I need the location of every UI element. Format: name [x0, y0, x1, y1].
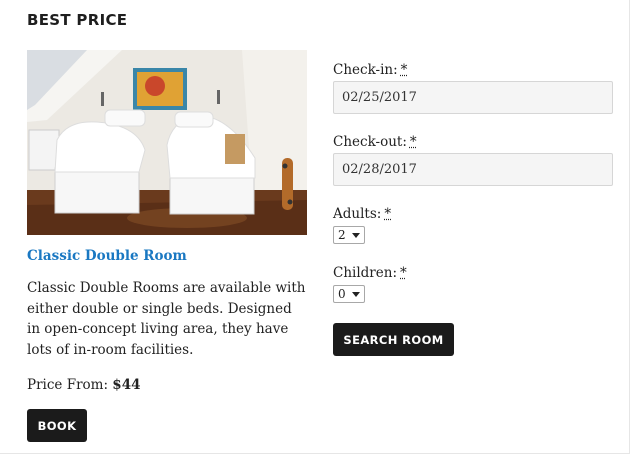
checkin-label-text: Check-in:	[333, 62, 398, 78]
room-title-link[interactable]: Classic Double Room	[27, 248, 187, 264]
section-title: BEST PRICE	[27, 11, 128, 29]
price-label: Price From:	[27, 377, 108, 393]
checkout-date-input[interactable]: 02/28/2017	[333, 153, 613, 186]
adults-label: Adults: *	[333, 206, 391, 222]
children-select[interactable]: 0	[333, 285, 365, 303]
adults-select-value: 2	[338, 228, 346, 242]
checkout-date-value: 02/28/2017	[342, 162, 417, 177]
price-row: Price From: $44	[27, 377, 140, 393]
checkout-label-text: Check-out:	[333, 134, 407, 150]
search-room-button[interactable]: SEARCH ROOM	[333, 323, 454, 356]
price-value: $44	[112, 377, 141, 393]
children-label: Children: *	[333, 265, 407, 281]
required-mark: *	[400, 265, 407, 281]
best-price-widget: BEST PRICE Classic Double Room Classic D…	[0, 0, 630, 454]
book-button[interactable]: BOOK	[27, 409, 87, 442]
children-select-value: 0	[338, 287, 346, 301]
adults-select[interactable]: 2	[333, 226, 365, 244]
checkin-label: Check-in: *	[333, 62, 407, 78]
required-mark: *	[409, 134, 417, 150]
checkin-date-value: 02/25/2017	[342, 90, 417, 105]
chevron-down-icon	[352, 292, 360, 297]
required-mark: *	[384, 206, 392, 222]
checkin-date-input[interactable]: 02/25/2017	[333, 81, 613, 114]
room-photo[interactable]	[27, 50, 307, 235]
checkout-label: Check-out: *	[333, 134, 417, 150]
chevron-down-icon	[352, 233, 360, 238]
required-mark: *	[400, 62, 408, 78]
room-description: Classic Double Rooms are available with …	[27, 280, 306, 358]
adults-label-text: Adults:	[333, 206, 382, 222]
children-label-text: Children:	[333, 265, 397, 281]
